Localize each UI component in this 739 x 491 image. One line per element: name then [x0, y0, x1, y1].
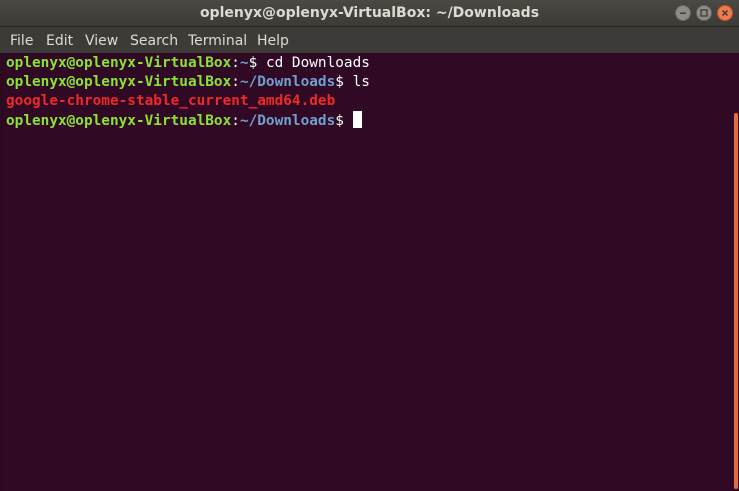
menu-terminal[interactable]: Terminal — [188, 27, 247, 53]
menu-search[interactable]: Search — [130, 27, 178, 53]
menu-help[interactable]: Help — [257, 27, 289, 53]
menu-bar: File Edit View Search Terminal Help — [0, 27, 739, 53]
text-cursor — [352, 111, 362, 128]
prompt-colon: : — [231, 113, 240, 129]
prompt-path: ~/Downloads — [239, 74, 336, 90]
terminal-line: oplenyx@oplenyx-VirtualBox:~/Downloads$ — [6, 111, 362, 130]
window-title: oplenyx@oplenyx-VirtualBox: ~/Downloads — [199, 5, 540, 21]
terminal-line: oplenyx@oplenyx-VirtualBox:~/Downloads$ … — [6, 73, 370, 92]
prompt-path: ~ — [239, 55, 249, 71]
terminal-line: oplenyx@oplenyx-VirtualBox:~$ cd Downloa… — [6, 54, 370, 73]
close-button[interactable] — [717, 5, 733, 21]
maximize-button[interactable] — [696, 5, 712, 21]
ls-output-file: google-chrome-stable_current_amd64.deb — [6, 93, 336, 109]
terminal-output-area[interactable]: oplenyx@oplenyx-VirtualBox:~$ cd Downloa… — [0, 53, 733, 491]
prompt-user-host: oplenyx@oplenyx-VirtualBox — [6, 113, 232, 129]
prompt-colon: : — [231, 55, 240, 71]
prompt-path: ~/Downloads — [239, 113, 336, 129]
minimize-button[interactable] — [675, 5, 691, 21]
prompt-symbol: $ — [335, 113, 353, 129]
minimize-icon — [680, 12, 686, 14]
prompt-symbol: $ — [248, 55, 266, 71]
scrollbar-thumb[interactable] — [734, 113, 738, 489]
menu-edit[interactable]: Edit — [46, 27, 73, 53]
menu-view[interactable]: View — [85, 27, 118, 53]
prompt-colon: : — [231, 74, 240, 90]
title-bar[interactable]: oplenyx@oplenyx-VirtualBox: ~/Downloads — [0, 0, 739, 27]
terminal-line: google-chrome-stable_current_amd64.deb — [6, 92, 335, 111]
menu-file[interactable]: File — [10, 27, 33, 53]
terminal-window: oplenyx@oplenyx-VirtualBox: ~/Downloads … — [0, 0, 739, 491]
maximize-icon — [700, 9, 708, 17]
close-icon — [721, 9, 729, 17]
prompt-user-host: oplenyx@oplenyx-VirtualBox — [6, 55, 232, 71]
prompt-symbol: $ — [335, 74, 353, 90]
prompt-user-host: oplenyx@oplenyx-VirtualBox — [6, 74, 232, 90]
command-text: cd Downloads — [265, 55, 370, 71]
command-text: ls — [352, 74, 370, 90]
